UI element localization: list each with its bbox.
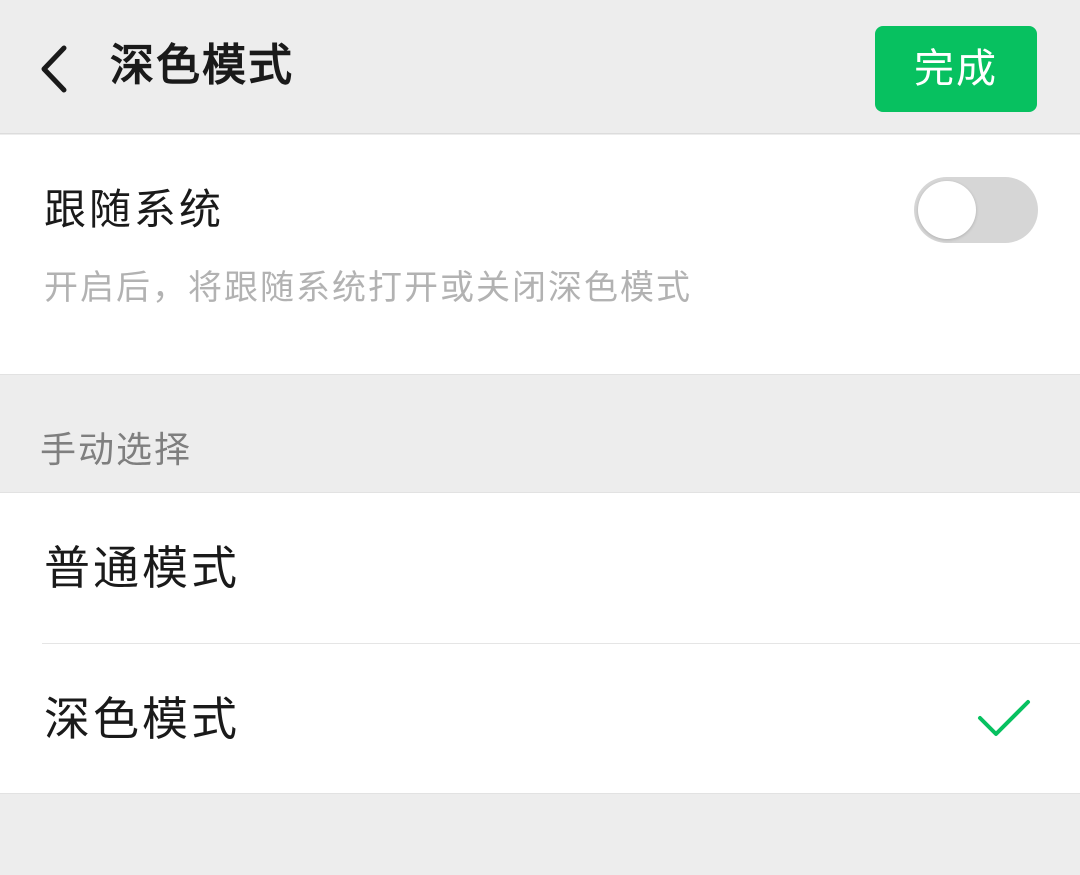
follow-system-label: 跟随系统	[44, 185, 225, 234]
mode-options-list: 普通模式 深色模式	[0, 492, 1080, 794]
done-button[interactable]: 完成	[875, 26, 1037, 112]
page-title: 深色模式	[110, 40, 294, 91]
manual-section-label: 手动选择	[40, 430, 193, 471]
back-button[interactable]	[28, 38, 84, 100]
follow-system-description: 开启后，将跟随系统打开或关闭深色模式	[44, 268, 692, 308]
nav-bar: 深色模式 完成	[0, 0, 1080, 134]
toggle-knob	[918, 181, 976, 239]
checkmark-icon	[974, 694, 1034, 744]
follow-system-card: 跟随系统 开启后，将跟随系统打开或关闭深色模式	[0, 135, 1080, 375]
option-dark-mode[interactable]: 深色模式	[0, 644, 1080, 794]
option-normal-mode[interactable]: 普通模式	[0, 493, 1080, 644]
chevron-left-icon	[28, 38, 84, 100]
option-label: 普通模式	[44, 541, 240, 595]
option-label: 深色模式	[44, 692, 240, 746]
follow-system-toggle[interactable]	[914, 177, 1038, 243]
